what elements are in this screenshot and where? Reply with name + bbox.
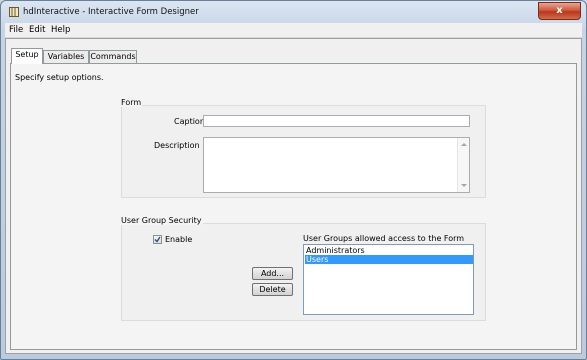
allowed-groups-label: User Groups allowed access to the Form (303, 234, 465, 243)
main-area: Setup Variables Commands Specify setup o… (5, 38, 582, 354)
delete-group-button[interactable]: Delete (252, 283, 293, 296)
add-group-button[interactable]: Add... (252, 267, 293, 280)
list-item-administrators[interactable]: Administrators (305, 246, 473, 255)
list-item-users[interactable]: Users (305, 255, 473, 264)
description-input[interactable] (203, 137, 470, 193)
description-scrollbar[interactable] (457, 138, 469, 192)
window-title: hdInteractive - Interactive Form Designe… (23, 7, 199, 17)
setup-panel: Specify setup options. Form Caption Desc… (10, 63, 577, 350)
security-group: User Group Security Enable User Groups a… (120, 216, 486, 321)
menu-bar: File Edit Help (5, 23, 582, 38)
description-label: Description (154, 141, 200, 150)
caption-input[interactable] (203, 115, 470, 127)
form-group-title: Form (120, 98, 143, 107)
menu-help[interactable]: Help (51, 25, 70, 35)
caption-label: Caption (174, 117, 205, 126)
title-bar[interactable]: hdInteractive - Interactive Form Designe… (1, 1, 586, 23)
menu-edit[interactable]: Edit (29, 25, 45, 35)
enable-checkbox[interactable] (153, 235, 162, 244)
checkmark-icon (154, 236, 161, 243)
tab-variables[interactable]: Variables (43, 50, 89, 63)
tab-setup[interactable]: Setup (11, 48, 43, 64)
close-button[interactable]: x (538, 2, 581, 20)
setup-hint: Specify setup options. (15, 73, 104, 82)
security-group-title: User Group Security (120, 216, 203, 225)
enable-label[interactable]: Enable (165, 235, 192, 244)
form-designer-icon (9, 7, 19, 17)
menu-file[interactable]: File (9, 25, 23, 35)
form-group: Form Caption Description (120, 98, 486, 198)
scroll-up-arrow-icon[interactable] (461, 143, 467, 146)
user-groups-list[interactable]: Administrators Users (303, 244, 474, 315)
scroll-down-arrow-icon[interactable] (461, 184, 467, 187)
close-icon: x (556, 5, 563, 16)
tab-commands[interactable]: Commands (89, 50, 137, 63)
app-window: hdInteractive - Interactive Form Designe… (0, 0, 587, 360)
